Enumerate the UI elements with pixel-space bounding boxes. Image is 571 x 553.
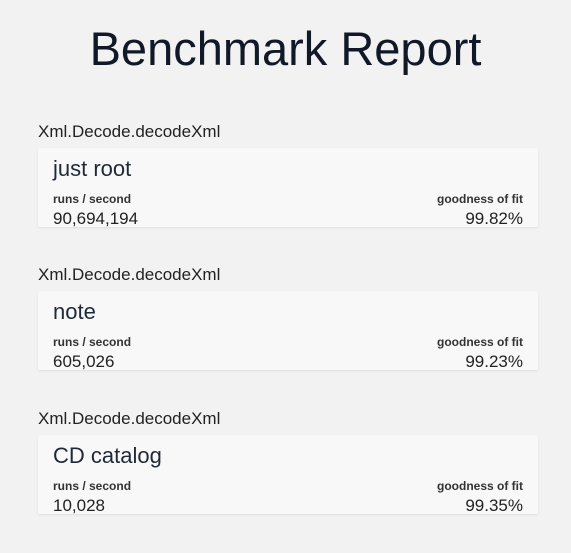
benchmark-group: Xml.Decode.decodeXml note runs / second …	[38, 265, 538, 372]
benchmark-card: just root runs / second 90,694,194 goodn…	[38, 148, 538, 229]
benchmark-group: Xml.Decode.decodeXml CD catalog runs / s…	[38, 409, 538, 516]
runs-metric: runs / second 605,026	[53, 335, 131, 372]
fit-metric: goodness of fit 99.23%	[437, 335, 523, 372]
fit-value: 99.82%	[465, 209, 523, 228]
runs-metric: runs / second 10,028	[53, 479, 131, 516]
fit-metric: goodness of fit 99.82%	[437, 192, 523, 229]
page-title: Benchmark Report	[89, 22, 482, 75]
fit-label: goodness of fit	[437, 192, 523, 206]
runs-label: runs / second	[53, 335, 132, 349]
metrics-row: runs / second 90,694,194 goodness of fit…	[53, 192, 523, 229]
fit-metric: goodness of fit 99.35%	[437, 479, 523, 516]
metrics-row: runs / second 10,028 goodness of fit 99.…	[53, 479, 523, 516]
fit-value: 99.35%	[465, 496, 523, 515]
fit-label: goodness of fit	[437, 479, 523, 493]
runs-value: 10,028	[53, 496, 105, 515]
benchmark-name: CD catalog	[53, 443, 162, 468]
fit-label: goodness of fit	[437, 335, 523, 349]
runs-label: runs / second	[53, 479, 132, 493]
benchmark-name: note	[53, 299, 96, 324]
group-title: Xml.Decode.decodeXml	[38, 409, 221, 428]
runs-metric: runs / second 90,694,194	[53, 192, 138, 229]
metrics-row: runs / second 605,026 goodness of fit 99…	[53, 335, 523, 372]
benchmark-name: just root	[53, 156, 132, 181]
runs-label: runs / second	[53, 192, 132, 206]
group-title: Xml.Decode.decodeXml	[38, 122, 221, 141]
group-title: Xml.Decode.decodeXml	[38, 265, 221, 284]
benchmark-group: Xml.Decode.decodeXml just root runs / se…	[38, 122, 538, 229]
fit-value: 99.23%	[465, 352, 523, 371]
runs-value: 90,694,194	[53, 209, 139, 228]
runs-value: 605,026	[53, 352, 115, 371]
benchmark-card: note runs / second 605,026 goodness of f…	[38, 291, 538, 372]
benchmark-card: CD catalog runs / second 10,028 goodness…	[38, 435, 538, 516]
